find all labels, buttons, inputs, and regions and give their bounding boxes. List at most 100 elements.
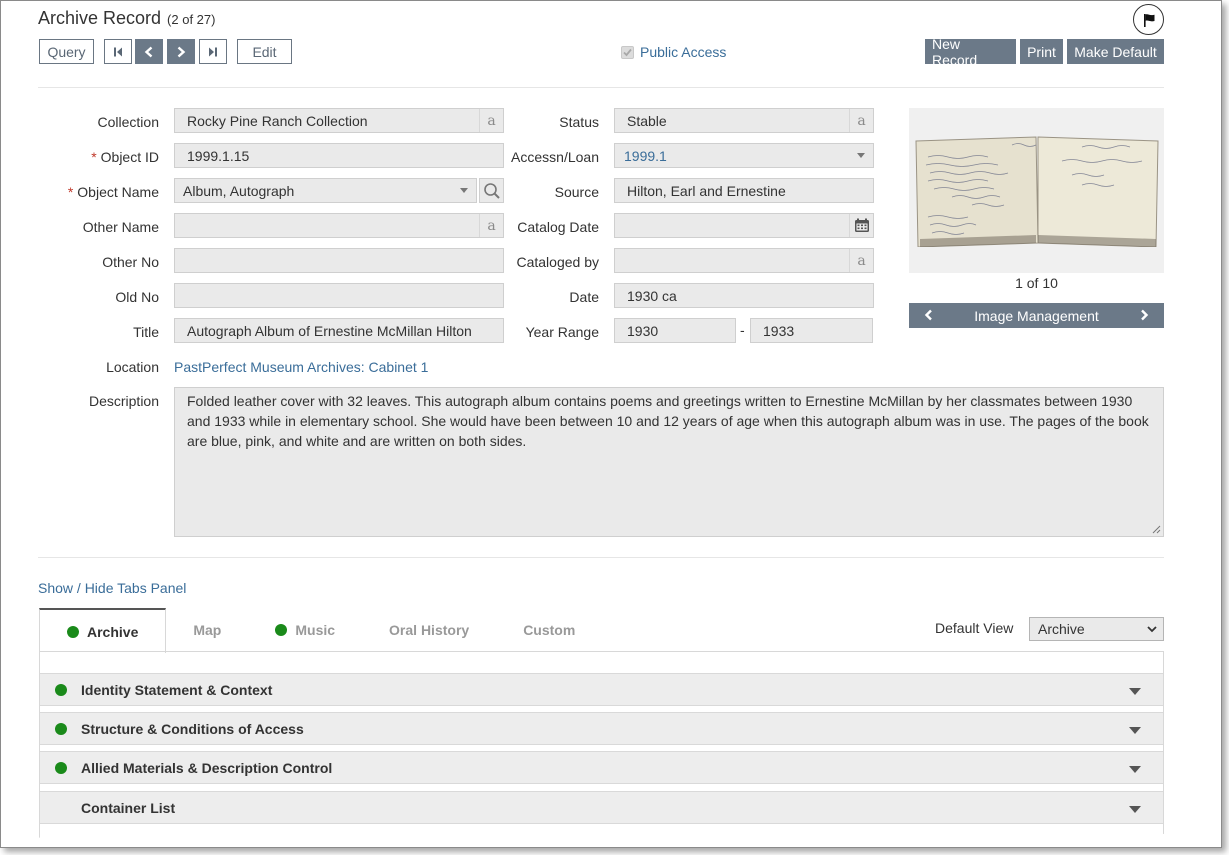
object-name-select[interactable]: Album, Autograph (174, 178, 477, 203)
object-name-search-button[interactable] (479, 178, 504, 203)
resize-grip-icon[interactable] (1152, 525, 1161, 534)
old-no-label: Old No (115, 289, 159, 305)
status-dot-icon (55, 761, 67, 774)
year-range-to-field[interactable]: 1933 (750, 318, 873, 343)
title-field[interactable]: Autograph Album of Ernestine McMillan Hi… (174, 318, 504, 343)
chevron-down-icon (1129, 806, 1141, 813)
year-range-to-value: 1933 (763, 322, 795, 339)
lookup-a-icon[interactable]: a (479, 214, 503, 237)
last-record-button[interactable] (199, 39, 227, 64)
date-value: 1930 ca (627, 287, 677, 304)
object-image-thumbnail[interactable] (909, 108, 1164, 273)
torn-edge-decoration (1, 831, 1221, 847)
catalog-date-field[interactable] (614, 213, 874, 238)
description-textarea[interactable]: Folded leather cover with 32 leaves. Thi… (174, 387, 1164, 537)
print-button[interactable]: Print (1020, 39, 1063, 64)
cataloged-by-field[interactable]: a (614, 248, 874, 273)
default-view-label: Default View (935, 620, 1014, 636)
autograph-album-image (911, 134, 1162, 247)
title-value: Autograph Album of Ernestine McMillan Hi… (187, 322, 472, 339)
tab-label: Map (193, 622, 222, 638)
chevron-right-icon (177, 46, 186, 57)
collection-value: Rocky Pine Ranch Collection (187, 112, 368, 129)
lookup-a-icon[interactable]: a (849, 109, 873, 132)
chevron-right-icon (1141, 309, 1149, 320)
date-label: Date (569, 289, 599, 305)
default-view-value: Archive (1038, 621, 1085, 637)
status-field[interactable]: Stable a (614, 108, 874, 133)
edit-button[interactable]: Edit (237, 39, 292, 64)
status-dot-icon (55, 683, 67, 696)
accessn-loan-value: 1999.1 (624, 147, 667, 164)
chevron-down-icon (1129, 766, 1141, 773)
record-count: (2 of 27) (167, 12, 216, 27)
image-management-button[interactable]: Image Management (974, 308, 1099, 324)
object-id-value: 1999.1.15 (187, 147, 250, 164)
object-id-label-text: Object ID (100, 149, 159, 165)
cataloged-by-label: Cataloged by (516, 254, 599, 270)
year-range-from-field[interactable]: 1930 (614, 318, 736, 343)
tab-archive[interactable]: Archive (39, 608, 167, 653)
tab-label: Archive (87, 623, 139, 640)
section-allied-materials[interactable]: Allied Materials & Description Control (40, 751, 1163, 784)
object-name-label: * Object Name (41, 184, 159, 200)
tab-map[interactable]: Map (166, 608, 248, 652)
status-label: Status (559, 114, 599, 130)
chevron-down-icon (1129, 688, 1141, 695)
empty-dot-spacer (55, 802, 67, 814)
year-range-separator: - (740, 322, 745, 338)
collection-field[interactable]: Rocky Pine Ranch Collection a (174, 108, 504, 133)
show-hide-tabs-link[interactable]: Show / Hide Tabs Panel (38, 580, 186, 596)
next-record-button[interactable] (167, 39, 195, 64)
required-marker: * (67, 184, 74, 200)
source-label: Source (554, 184, 599, 200)
next-image-button[interactable] (1138, 308, 1150, 324)
first-record-icon (114, 47, 122, 56)
query-button[interactable]: Query (39, 39, 94, 64)
first-record-button[interactable] (104, 39, 132, 64)
archive-record-window: Archive Record (2 of 27) Query Edit Publi… (0, 0, 1222, 848)
tab-custom[interactable]: Custom (496, 608, 602, 652)
other-name-field[interactable]: a (174, 213, 504, 238)
tab-label: Custom (523, 622, 576, 638)
old-no-field[interactable] (174, 283, 504, 308)
previous-image-button[interactable] (923, 308, 935, 324)
chevron-down-icon (1129, 727, 1141, 734)
image-management-bar: Image Management (909, 303, 1164, 328)
source-field[interactable]: Hilton, Earl and Ernestine (614, 178, 874, 203)
year-range-label: Year Range (525, 324, 599, 340)
make-default-button[interactable]: Make Default (1067, 39, 1164, 64)
object-id-field[interactable]: 1999.1.15 (174, 143, 504, 168)
tab-label: Oral History (389, 622, 470, 638)
chevron-left-icon (924, 309, 932, 320)
chevron-left-icon (144, 46, 153, 57)
image-count: 1 of 10 (1015, 275, 1058, 291)
object-name-label-text: Object Name (77, 184, 159, 200)
default-view-select[interactable]: Archive (1029, 617, 1164, 641)
tab-music[interactable]: Music (248, 608, 362, 652)
date-field[interactable]: 1930 ca (614, 283, 874, 308)
new-record-button[interactable]: New Record (925, 36, 1016, 68)
location-link[interactable]: PastPerfect Museum Archives: Cabinet 1 (174, 359, 428, 375)
lookup-a-icon[interactable]: a (849, 249, 873, 272)
section-label: Identity Statement & Context (81, 681, 273, 698)
flag-button[interactable] (1133, 4, 1164, 35)
catalog-date-label: Catalog Date (517, 219, 599, 235)
section-label: Allied Materials & Description Control (81, 759, 333, 776)
description-value: Folded leather cover with 32 leaves. Thi… (187, 393, 1149, 449)
public-access-checkbox[interactable] (621, 45, 634, 59)
collection-label: Collection (97, 114, 159, 130)
section-structure-access[interactable]: Structure & Conditions of Access (40, 712, 1163, 745)
accessn-loan-label: Accessn/Loan (511, 149, 599, 165)
lookup-a-icon[interactable]: a (479, 109, 503, 132)
other-no-field[interactable] (174, 248, 504, 273)
previous-record-button[interactable] (135, 39, 163, 64)
tab-oral-history[interactable]: Oral History (362, 608, 496, 652)
calendar-icon[interactable] (849, 214, 873, 237)
page-title: Archive Record (2 of 27) (38, 8, 215, 29)
chevron-down-icon (1147, 626, 1157, 633)
section-identity-statement[interactable]: Identity Statement & Context (40, 673, 1163, 706)
accessn-loan-select[interactable]: 1999.1 (614, 143, 874, 168)
section-label: Container List (81, 799, 176, 816)
public-access-toggle[interactable]: Public Access (621, 44, 726, 60)
